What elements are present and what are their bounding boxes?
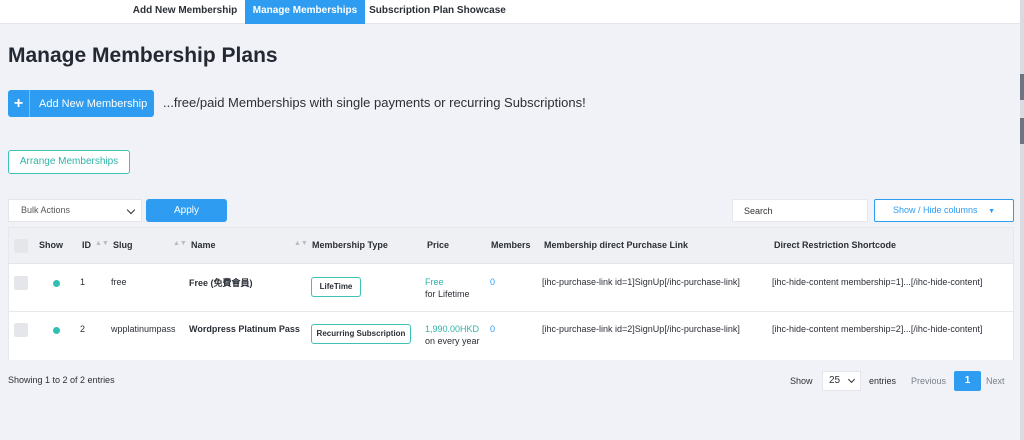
row-shortcode: [ihc-hide-content membership=1]...[/ihc-…: [772, 277, 983, 287]
column-header-members: Members: [491, 240, 531, 250]
membership-type-badge: LifeTime: [311, 277, 361, 297]
bulk-actions-value: Bulk Actions: [21, 205, 71, 215]
row-price: 1,990.00HKD: [425, 324, 480, 334]
page-size-select[interactable]: 25: [822, 371, 861, 391]
sort-icon[interactable]: ▲▼: [95, 240, 109, 247]
row-shortcode: [ihc-hide-content membership=2]...[/ihc-…: [772, 324, 983, 334]
sort-icon[interactable]: ▲▼: [294, 240, 308, 247]
row-price-note: for Lifetime: [425, 289, 470, 299]
column-header-id[interactable]: ID: [82, 240, 91, 250]
page-size-value: 25: [829, 375, 841, 386]
page-title: Manage Membership Plans: [8, 44, 278, 67]
chevron-down-icon: [847, 375, 856, 384]
row-members[interactable]: 0: [490, 277, 495, 287]
status-dot: [53, 327, 60, 334]
column-header-show[interactable]: Show: [39, 240, 63, 250]
column-header-slug[interactable]: Slug: [113, 240, 133, 250]
entries-label: entries: [869, 376, 897, 386]
scrollbar-track[interactable]: [1020, 0, 1024, 440]
row-checkbox[interactable]: [14, 323, 28, 337]
row-purchase-link: [ihc-purchase-link id=1]SignUp[/ihc-purc…: [542, 277, 740, 287]
arrange-memberships-button[interactable]: Arrange Memberships: [8, 150, 130, 174]
row-id: 2: [80, 324, 86, 334]
show-hide-columns-button[interactable]: Show / Hide columns ▼: [874, 199, 1014, 222]
memberships-table: Show ID ▲▼ Slug ▲▼ Name ▲▼ Membership Ty…: [8, 227, 1014, 360]
row-members[interactable]: 0: [490, 324, 495, 334]
search-input[interactable]: [732, 199, 868, 222]
row-name[interactable]: Wordpress Platinum Pass: [189, 324, 300, 334]
table-row: 2 wpplatinumpass Wordpress Platinum Pass…: [9, 312, 1013, 360]
scrollbar-marker: [1020, 74, 1024, 100]
page-1-button[interactable]: 1: [954, 371, 981, 391]
tab-add-new-membership[interactable]: Add New Membership: [125, 0, 245, 24]
tab-bar: Add New Membership Manage Memberships Su…: [0, 0, 1020, 24]
scrollbar-marker: [1020, 118, 1024, 144]
row-checkbox[interactable]: [14, 276, 28, 290]
table-row: 1 free Free (免費會員) LifeTime Free for Lif…: [9, 264, 1013, 312]
membership-type-badge: Recurring Subscription: [311, 324, 411, 344]
chevron-down-icon: [126, 205, 136, 215]
column-header-membership-type: Membership Type: [312, 240, 388, 250]
column-header-purchase-link: Membership direct Purchase Link: [544, 240, 689, 250]
tab-manage-memberships[interactable]: Manage Memberships: [245, 0, 365, 24]
sort-icon[interactable]: ▲▼: [173, 240, 187, 247]
page-size-label: Show: [790, 376, 813, 386]
plus-icon: +: [8, 90, 30, 117]
row-slug: free: [111, 277, 127, 287]
column-header-price: Price: [427, 240, 450, 250]
status-dot: [53, 280, 60, 287]
entries-info: Showing 1 to 2 of 2 entries: [8, 375, 115, 385]
row-purchase-link: [ihc-purchase-link id=2]SignUp[/ihc-purc…: [542, 324, 740, 334]
add-new-membership-button[interactable]: + Add New Membership: [8, 90, 154, 117]
row-price: Free: [425, 277, 444, 287]
tagline-text: ...free/paid Memberships with single pay…: [163, 95, 586, 110]
next-page-button[interactable]: Next: [986, 376, 1005, 386]
row-id: 1: [80, 277, 86, 287]
table-header: Show ID ▲▼ Slug ▲▼ Name ▲▼ Membership Ty…: [9, 228, 1013, 264]
previous-page-button[interactable]: Previous: [911, 376, 946, 386]
row-slug: wpplatinumpass: [111, 324, 176, 334]
caret-down-icon: ▼: [988, 208, 995, 215]
column-header-shortcode: Direct Restriction Shortcode: [774, 240, 897, 250]
select-all-checkbox[interactable]: [14, 239, 28, 253]
row-name[interactable]: Free (免費會員): [189, 276, 253, 289]
column-header-name[interactable]: Name: [191, 240, 216, 250]
tab-subscription-plan-showcase[interactable]: Subscription Plan Showcase: [365, 0, 510, 24]
add-new-membership-label: Add New Membership: [39, 97, 148, 110]
show-hide-columns-label: Show / Hide columns: [893, 205, 978, 215]
bulk-actions-select[interactable]: Bulk Actions: [8, 199, 142, 222]
row-price-note: on every year: [425, 336, 480, 346]
apply-button[interactable]: Apply: [146, 199, 227, 222]
